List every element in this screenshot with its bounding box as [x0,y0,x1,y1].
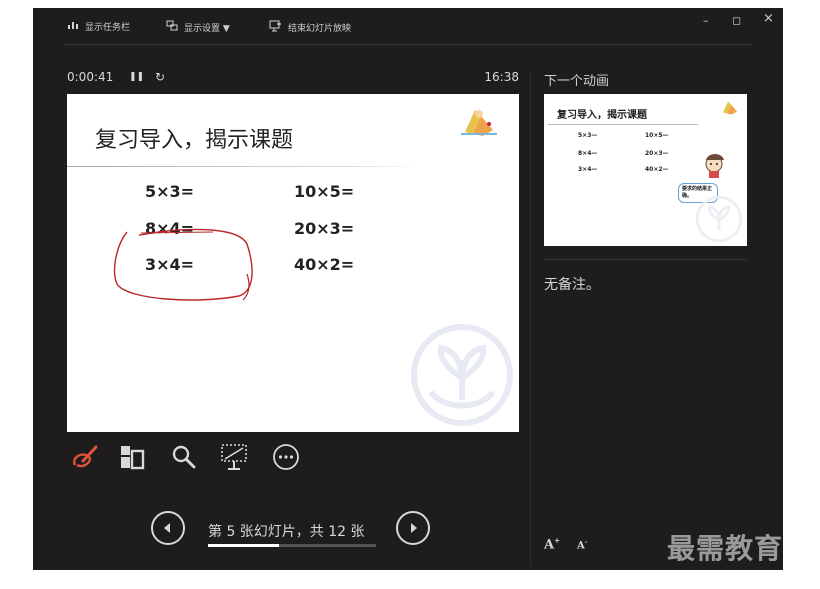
preview-equation: 10×5— [645,132,669,139]
next-arrow-icon [411,523,417,533]
current-slide[interactable]: 复习导入，揭示课题 5×3= 10×5= 8×4= 20×3= 3×4= 40×… [67,94,519,432]
preview-cartoon-child [705,154,724,178]
top-toolbar: 显示任务栏 显示设置 ▼ 结束幻灯片放映 – ◻ × [33,8,783,44]
close-button[interactable]: × [763,11,774,26]
preview-watermark-logo [695,195,743,243]
preview-title-underline [548,124,698,125]
display-settings-label: 显示设置 ▼ [184,24,230,34]
timer-row: 0:00:41 ❚❚ ↻ 16:38 [67,70,519,84]
current-clock: 16:38 [484,70,519,84]
slide-progress-bar [208,544,376,547]
restore-button[interactable]: ◻ [732,14,741,27]
preview-equation: 5×3— [578,132,598,139]
more-options-icon [273,444,299,470]
preview-title: 复习导入，揭示课题 [557,110,647,121]
screen-icon [221,444,247,470]
minimize-button[interactable]: – [703,14,709,27]
display-settings-icon [166,20,178,35]
elapsed-time: 0:00:41 [67,70,114,84]
preview-equation: 40×2— [645,166,669,173]
previous-arrow-icon [164,523,170,533]
next-animation-label: 下一个动画 [544,74,610,89]
brand-watermark: 最需教育 [667,532,784,565]
more-options-button[interactable] [269,440,303,474]
end-slideshow-label: 结束幻灯片放映 [288,24,352,34]
increase-font-label: A [544,537,555,553]
pen-icon [73,445,98,468]
preview-cartoon-decoration [723,101,737,115]
toolbar-divider [63,44,753,45]
next-slide-button[interactable] [396,511,430,545]
preview-equation: 8×4— [578,150,598,157]
slide-grid-icon [121,446,145,470]
display-settings-button[interactable]: 显示设置 ▼ [166,20,230,35]
watermark-logo [411,324,513,426]
previous-slide-button[interactable] [151,511,185,545]
black-screen-button[interactable] [217,440,251,474]
slide-navigation: 第 5 张幻灯片，共 12 张 [151,511,435,551]
notes-divider [544,259,747,260]
slide-progress-fill [208,544,279,547]
speaker-notes[interactable]: 无备注。 [544,274,600,294]
preview-equation: 20×3— [645,150,669,157]
decrease-font-label: A [577,540,585,552]
preview-equation: 3×4— [578,166,598,173]
next-slide-preview[interactable]: 复习导入，揭示课题 5×3— 10×5— 8×4— 20×3— 3×4— 40×… [544,94,747,246]
zoom-icon [172,445,196,469]
decrease-font-button[interactable]: A- [577,539,587,551]
end-slideshow-icon [269,20,282,35]
pane-divider [530,70,531,566]
presenter-view-window: 显示任务栏 显示设置 ▼ 结束幻灯片放映 – ◻ × 0:00:41 ❚❚ ↻ … [33,8,783,570]
pause-timer-icon[interactable]: ❚❚ [129,72,144,82]
see-all-slides-button[interactable] [115,440,149,474]
end-slideshow-button[interactable]: 结束幻灯片放映 [269,20,351,35]
increase-font-button[interactable]: A+ [544,536,560,552]
reset-timer-icon[interactable]: ↻ [155,70,165,84]
show-taskbar-label: 显示任务栏 [85,23,131,33]
slide-counter: 第 5 张幻灯片，共 12 张 [208,524,365,540]
taskbar-icon [67,20,79,33]
pen-tool-button[interactable] [67,440,101,474]
zoom-button[interactable] [167,440,201,474]
show-taskbar-button[interactable]: 显示任务栏 [67,20,130,33]
